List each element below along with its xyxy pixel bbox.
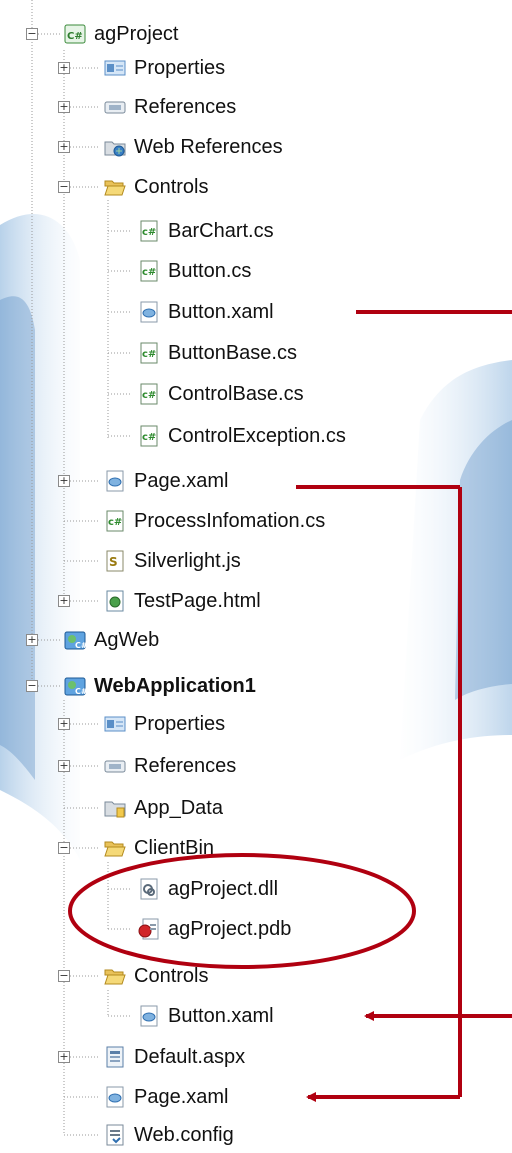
annotation-overlay xyxy=(68,310,512,1102)
annotation-circle xyxy=(68,853,416,969)
